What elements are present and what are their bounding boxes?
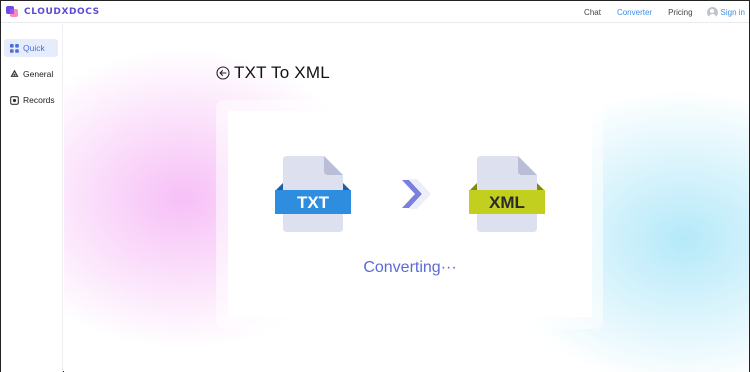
conversion-card: TXT XML Converting··· [228,111,592,317]
nav-converter[interactable]: Converter [617,8,652,17]
page-header: TXT To XML [216,63,330,83]
source-format-label: TXT [275,190,351,214]
sidebar-item-general[interactable]: General [4,65,58,83]
records-icon [10,95,19,105]
convert-arrow-icon [397,177,433,216]
target-file-icon: XML [469,156,545,236]
brand-name: CLOUDXDOCS [24,6,100,17]
page-title: TXT To XML [234,63,330,82]
source-file-icon: TXT [275,156,351,236]
sidebar-item-quick[interactable]: Quick [4,39,58,57]
nav-pricing[interactable]: Pricing [668,8,692,17]
signin-label: Sign in [720,7,745,17]
status-text: Converting··· [363,259,457,276]
brand-logo[interactable]: CLOUDXDOCS [6,5,100,18]
sidebar-item-label: Records [23,95,55,105]
logo-icon [6,5,19,18]
back-arrow-icon[interactable] [216,66,230,80]
sidebar-item-label: Quick [23,43,45,53]
sidebar-item-records[interactable]: Records [4,91,58,109]
top-nav: Chat Converter Pricing Sign in [568,1,745,23]
nav-chat[interactable]: Chat [584,8,601,17]
user-icon [706,6,718,18]
grid-icon [10,43,19,53]
top-bar: CLOUDXDOCS Chat Converter Pricing Sign i… [1,1,749,23]
sidebar-item-label: General [23,69,54,79]
main-content: TXT To XML TXT XML Converting··· [64,24,749,372]
sidebar: Quick General Records [1,24,63,372]
target-format-label: XML [469,190,545,214]
conversion-panel: TXT XML Converting··· [216,100,603,329]
signin-button[interactable]: Sign in [706,6,745,18]
recycle-icon [10,69,19,79]
